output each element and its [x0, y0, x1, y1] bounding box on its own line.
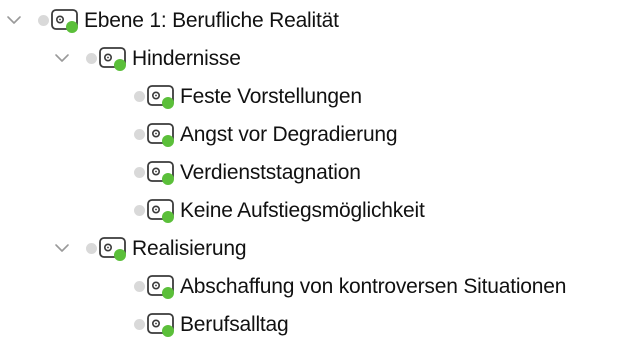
code-tag-icon [98, 45, 128, 72]
bullet-dot-icon [134, 91, 145, 102]
bullet-dot-icon [134, 167, 145, 178]
tree-item-label: Berufsalltag [180, 313, 289, 336]
tree-item[interactable]: Angst vor Degradierung [0, 117, 640, 153]
code-tag-icon [50, 7, 80, 34]
tree-item-label: Feste Vorstellungen [180, 85, 362, 108]
tree-item-label: Ebene 1: Berufliche Realität [84, 9, 339, 32]
tree-item-label: Hindernisse [132, 47, 241, 70]
tree-item-label: Keine Aufstiegsmöglichkeit [180, 199, 425, 222]
tree-item-label: Angst vor Degradierung [180, 123, 398, 146]
code-tag-icon [146, 311, 176, 338]
code-tag-icon [146, 121, 176, 148]
code-tag-icon [146, 159, 176, 186]
bullet-dot-icon [134, 129, 145, 140]
bullet-dot-icon [134, 205, 145, 216]
tree-item-label: Verdienststagnation [180, 161, 361, 184]
tree-item[interactable]: Feste Vorstellungen [0, 79, 640, 115]
bullet-dot-icon [86, 53, 97, 64]
bullet-dot-icon [134, 319, 145, 330]
tree-item[interactable]: Hindernisse [0, 41, 640, 77]
tree-item-label: Realisierung [132, 237, 247, 260]
code-tag-icon [98, 235, 128, 262]
tree-item[interactable]: Berufsalltag [0, 307, 640, 343]
code-tree: Ebene 1: Berufliche Realität Hindernisse F… [0, 0, 640, 363]
tree-item[interactable]: Ebene 1: Berufliche Realität [0, 3, 640, 39]
chevron-down-icon[interactable] [3, 9, 25, 31]
bullet-dot-icon [38, 15, 49, 26]
tree-item[interactable]: Realisierung [0, 231, 640, 267]
chevron-down-icon[interactable] [51, 47, 73, 69]
tree-item[interactable]: Abschaffung von kontroversen Situationen [0, 269, 640, 305]
tree-item[interactable]: Verdienststagnation [0, 155, 640, 191]
bullet-dot-icon [86, 243, 97, 254]
tree-item-label: Abschaffung von kontroversen Situationen [180, 275, 567, 298]
code-tag-icon [146, 273, 176, 300]
chevron-down-icon[interactable] [51, 237, 73, 259]
code-tag-icon [146, 197, 176, 224]
tree-item[interactable]: Keine Aufstiegsmöglichkeit [0, 193, 640, 229]
bullet-dot-icon [134, 281, 145, 292]
code-tag-icon [146, 83, 176, 110]
